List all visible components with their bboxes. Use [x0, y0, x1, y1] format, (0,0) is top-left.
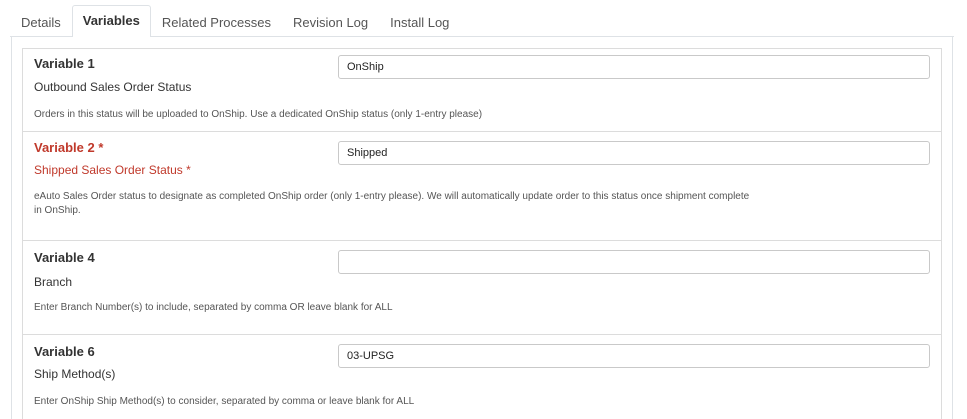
variable-name: Ship Method(s): [34, 367, 116, 381]
variable-card-1: Variable 1 Outbound Sales Order Status O…: [22, 48, 942, 132]
variable-card-2: Variable 2 * Shipped Sales Order Status …: [22, 131, 942, 241]
tab-related-processes[interactable]: Related Processes: [151, 7, 282, 37]
tab-install-log[interactable]: Install Log: [379, 7, 460, 37]
variable-value-input[interactable]: [338, 344, 930, 368]
variable-card-6: Variable 6 Ship Method(s) Enter OnShip S…: [22, 334, 942, 419]
variable-title: Variable 6: [34, 344, 95, 359]
variable-value-input[interactable]: [338, 141, 930, 165]
tab-revision-log[interactable]: Revision Log: [282, 7, 379, 37]
variable-title: Variable 2 *: [34, 140, 104, 155]
tab-variables[interactable]: Variables: [71, 5, 151, 37]
variable-title: Variable 4: [34, 250, 95, 265]
tab-bar: Details Variables Related Processes Revi…: [10, 5, 954, 37]
variable-description: eAuto Sales Order status to designate as…: [34, 191, 750, 216]
variable-value-input[interactable]: [338, 55, 930, 79]
variable-name: Outbound Sales Order Status: [34, 80, 192, 94]
variable-description: Enter Branch Number(s) to include, separ…: [34, 302, 393, 313]
variables-panel: Variable 1 Outbound Sales Order Status O…: [11, 37, 953, 419]
variable-name: Shipped Sales Order Status *: [34, 163, 191, 177]
tab-details[interactable]: Details: [10, 7, 72, 37]
variable-value-input[interactable]: [338, 250, 930, 274]
variable-name: Branch: [34, 275, 73, 289]
variable-description: Orders in this status will be uploaded t…: [34, 109, 483, 120]
variable-description: Enter OnShip Ship Method(s) to consider,…: [34, 396, 415, 407]
variable-title: Variable 1: [34, 56, 95, 71]
variable-card-4: Variable 4 Branch Enter Branch Number(s)…: [22, 240, 942, 335]
